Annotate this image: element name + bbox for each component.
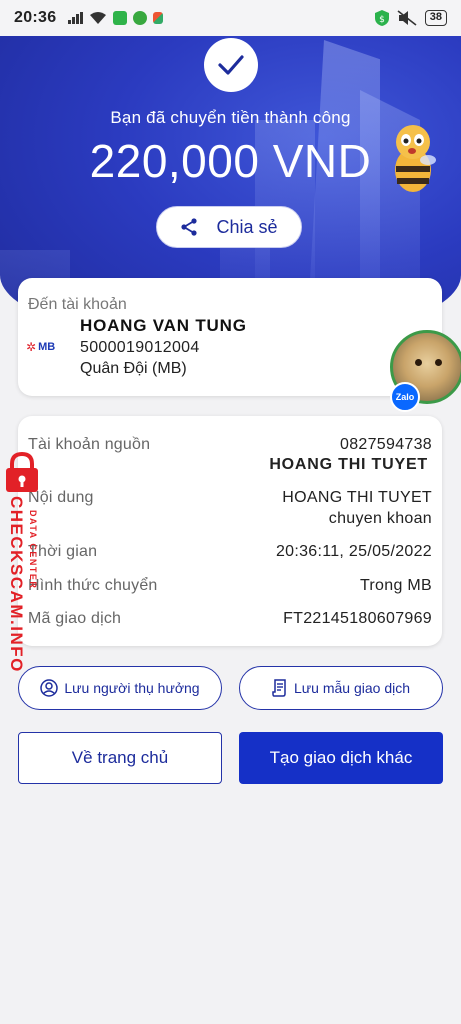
notification-app-icon [153, 12, 164, 24]
source-account-value: 0827594738 [340, 436, 432, 453]
source-account-label: Tài khoản nguồn [28, 436, 151, 453]
battery-indicator: 38 [424, 10, 447, 26]
store-app-icon [133, 11, 148, 25]
signal-icon [68, 12, 84, 24]
watermark-text: CHECKSCAM.INFO [7, 496, 26, 673]
source-account-name: HOANG THI TUYET [269, 456, 428, 473]
save-beneficiary-label: Lưu người thụ hưởng [64, 680, 200, 696]
save-beneficiary-button[interactable]: Lưu người thụ hưởng [18, 666, 222, 710]
destination-card: Đến tài khoản ✲ MB HOANG VAN TUNG 500001… [18, 278, 442, 396]
svg-text:$: $ [379, 15, 385, 25]
shield-icon: $ [374, 10, 389, 26]
user-icon [40, 679, 59, 697]
new-transaction-button[interactable]: Tạo giao dịch khác [239, 732, 443, 784]
time-value: 20:36:11, 25/05/2022 [275, 543, 432, 560]
save-template-label: Lưu mẫu giao dịch [294, 680, 410, 696]
mute-icon [397, 10, 417, 26]
recipient-name: HOANG VAN TUNG [80, 316, 247, 335]
status-time: 20:36 [14, 9, 57, 26]
messages-app-icon [113, 11, 128, 25]
transaction-details-card: Tài khoản nguồn 0827594738 HOANG THI TUY… [18, 416, 442, 646]
save-template-button[interactable]: Lưu mẫu giao dịch [239, 666, 443, 710]
watermark-subtext: DATA CENTER [28, 510, 38, 590]
content-value-line1: HOANG THI TUYET [282, 489, 432, 506]
recipient-bank: Quân Đội (MB) [80, 360, 187, 377]
home-button[interactable]: Về trang chủ [18, 732, 222, 784]
share-label: Chia sẻ [216, 216, 278, 237]
wifi-icon [90, 12, 107, 24]
bee-mascot-icon [395, 125, 436, 192]
transfer-method-value: Trong MB [359, 577, 432, 594]
success-check-badge [204, 38, 258, 92]
destination-label: Đến tài khoản [28, 296, 127, 313]
document-icon [272, 679, 286, 697]
share-icon [181, 218, 198, 236]
share-button[interactable]: Chia sẻ [156, 206, 302, 248]
content-value-line2: chuyen khoan [328, 510, 432, 527]
zalo-badge: Zalo [390, 382, 420, 412]
transfer-method-label: Hình thức chuyển [28, 577, 158, 594]
recipient-account: 5000019012004 [80, 339, 200, 356]
mb-bank-logo: ✲ MB [26, 340, 56, 354]
transaction-code-value: FT22145180607969 [283, 610, 432, 627]
star-icon: ✲ [26, 340, 37, 354]
status-bar: 20:36 $ 38 [0, 0, 461, 36]
check-icon [218, 55, 244, 75]
